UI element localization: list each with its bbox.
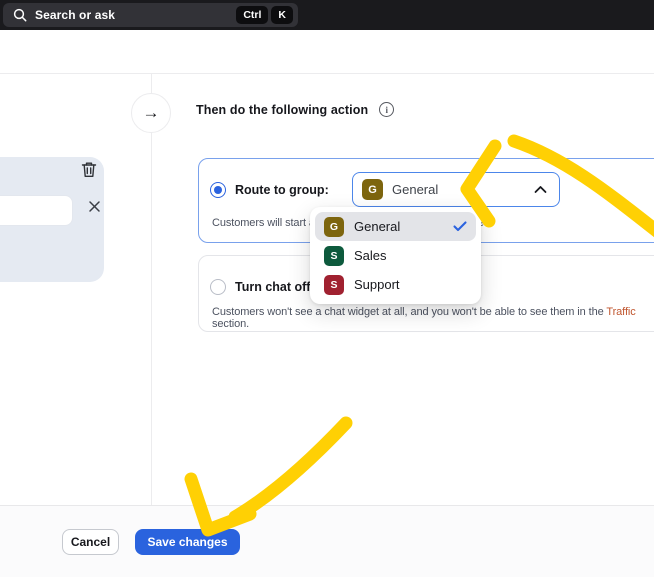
check-icon bbox=[453, 221, 467, 232]
condition-value-input[interactable] bbox=[0, 195, 73, 226]
search-input[interactable]: Search or ask Ctrl K bbox=[3, 3, 298, 27]
dropdown-item-support[interactable]: S Support bbox=[315, 270, 476, 299]
description-text-before: Customers won't see a chat widget at all… bbox=[212, 306, 607, 318]
close-icon bbox=[88, 200, 101, 218]
flow-action-node: → bbox=[131, 93, 171, 133]
route-to-group-radio-row[interactable]: Route to group: bbox=[210, 182, 329, 198]
search-icon bbox=[13, 8, 27, 22]
turn-chat-off-description: Customers won't see a chat widget at all… bbox=[212, 306, 652, 330]
arrow-right-icon: → bbox=[142, 103, 160, 122]
route-to-group-label: Route to group: bbox=[235, 183, 329, 197]
info-icon[interactable]: i bbox=[379, 102, 395, 117]
dropdown-item-sales[interactable]: S Sales bbox=[315, 241, 476, 270]
traffic-link[interactable]: Traffic bbox=[606, 306, 635, 318]
group-badge-general: G bbox=[362, 179, 383, 200]
trash-icon bbox=[81, 161, 97, 183]
turn-chat-off-label: Turn chat off bbox=[235, 280, 311, 294]
group-dropdown-menu: G General S Sales S Support bbox=[310, 207, 481, 304]
dropdown-item-label: Sales bbox=[354, 248, 387, 263]
dropdown-item-label: General bbox=[354, 219, 401, 234]
save-changes-button[interactable]: Save changes bbox=[135, 529, 240, 555]
description-text-after: section. bbox=[212, 318, 250, 330]
group-badge-general: G bbox=[324, 216, 344, 237]
settings-page: Search or ask Ctrl K → Then do the follo… bbox=[0, 0, 654, 577]
search-placeholder: Search or ask bbox=[35, 8, 116, 22]
content-top-divider bbox=[0, 73, 654, 74]
chevron-up-icon bbox=[534, 185, 547, 194]
cancel-button[interactable]: Cancel bbox=[62, 529, 119, 555]
group-badge-sales: S bbox=[324, 245, 344, 266]
group-select[interactable]: G General bbox=[352, 172, 560, 207]
route-to-group-radio[interactable] bbox=[210, 182, 226, 198]
page-title: Then do the following action bbox=[196, 102, 369, 117]
group-badge-support: S bbox=[324, 274, 344, 295]
top-bar: Search or ask Ctrl K bbox=[0, 0, 654, 30]
remove-value-button[interactable] bbox=[85, 200, 103, 218]
dropdown-item-general[interactable]: G General bbox=[315, 212, 476, 241]
dropdown-item-label: Support bbox=[354, 277, 400, 292]
group-select-value: General bbox=[392, 182, 439, 197]
shortcut-key-ctrl: Ctrl bbox=[236, 6, 269, 24]
turn-chat-off-radio-row[interactable]: Turn chat off bbox=[210, 279, 310, 295]
action-heading-row: Then do the following action i bbox=[196, 102, 395, 117]
turn-chat-off-radio[interactable] bbox=[210, 279, 226, 295]
flow-connector-line bbox=[151, 74, 152, 505]
shortcut-key-k: K bbox=[271, 6, 293, 24]
delete-condition-button[interactable] bbox=[79, 162, 99, 182]
